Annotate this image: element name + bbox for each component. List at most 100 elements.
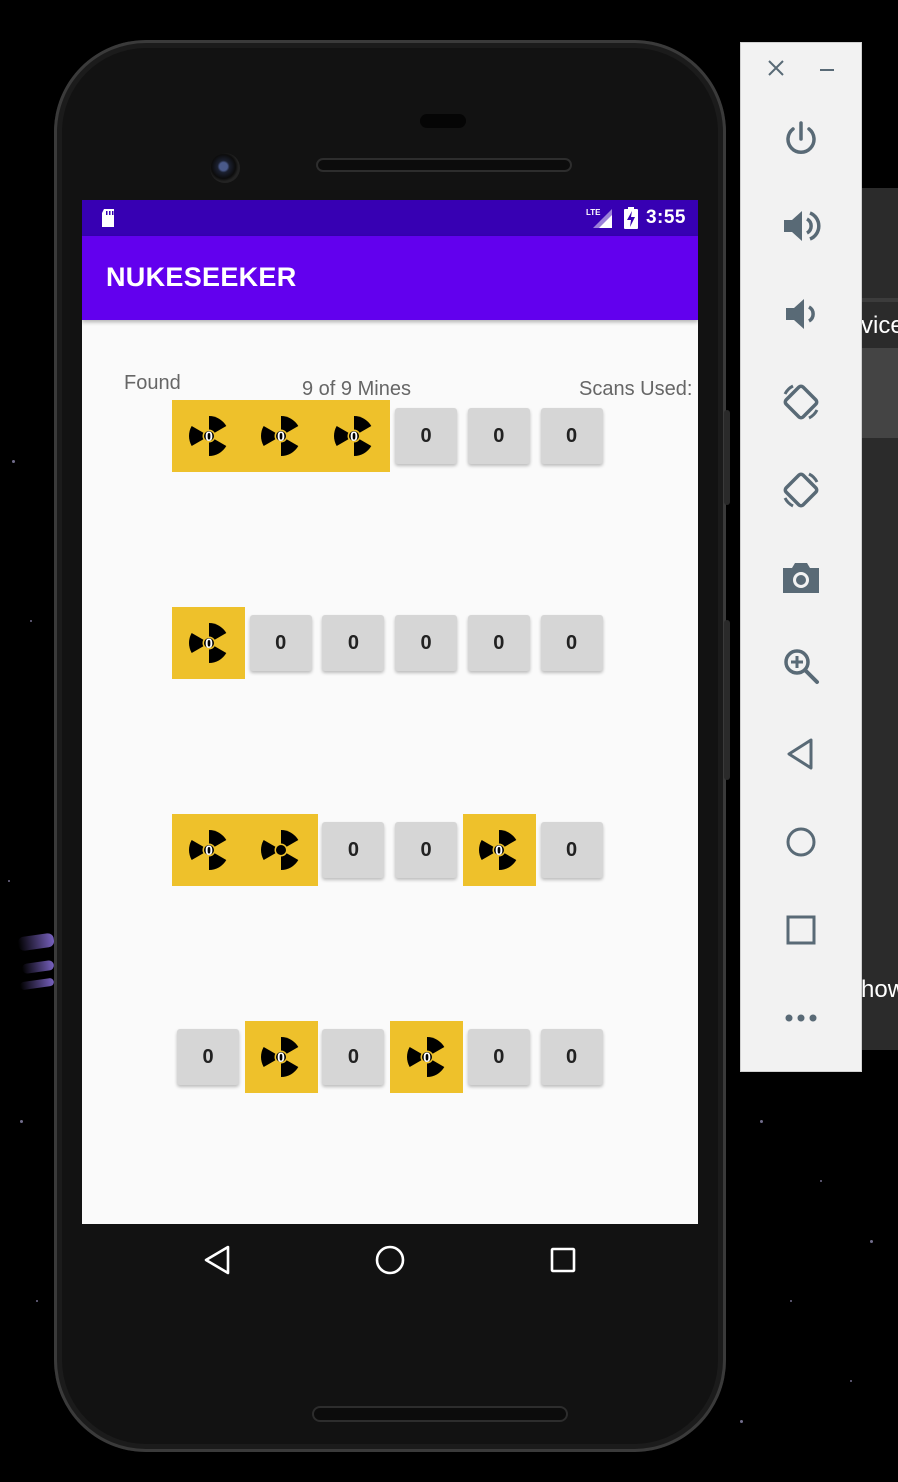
signal-icon: LTE	[586, 208, 612, 228]
volume-up-button[interactable]	[741, 198, 861, 254]
radiation-icon: 0	[188, 830, 226, 870]
mine-cell[interactable]: 0	[244, 400, 318, 472]
top-speaker	[420, 114, 466, 128]
volume-down-button[interactable]	[741, 286, 861, 342]
mine-cell-count: 0	[205, 428, 213, 444]
back-icon	[787, 738, 813, 770]
scan-cell-button[interactable]: 0	[540, 408, 603, 464]
overview-icon	[786, 915, 816, 945]
radiation-icon: 0	[261, 1037, 299, 1077]
radiation-icon: 0	[479, 830, 517, 870]
scan-cell-button[interactable]: 0	[395, 408, 458, 464]
battery-charging-icon	[623, 207, 638, 229]
power-button[interactable]	[741, 111, 861, 167]
phone-screen: LTE 3:55 NUKESEEKER Found 9 of 9 Mines S…	[82, 200, 698, 1224]
scan-cell-button[interactable]: 0	[467, 615, 530, 671]
scan-cell-count: 0	[420, 424, 432, 447]
mine-cell[interactable]	[244, 814, 318, 886]
mine-cell-count: 0	[205, 842, 213, 858]
sd-card-icon	[102, 209, 114, 227]
scan-cell-button[interactable]: 0	[540, 615, 603, 671]
rotate-right-button[interactable]	[741, 462, 861, 518]
scan-cell-button[interactable]: 0	[322, 1029, 385, 1085]
scan-cell-count: 0	[493, 424, 505, 447]
scan-cell-count: 0	[565, 1045, 578, 1068]
back-icon[interactable]	[202, 1244, 232, 1276]
scan-cell-button[interactable]: 0	[540, 1029, 603, 1085]
mine-cell-count: 0	[277, 428, 285, 444]
scan-cell-count: 0	[493, 631, 505, 654]
scan-cell-button[interactable]: 0	[395, 822, 458, 878]
scan-cell-count: 0	[347, 838, 359, 861]
scan-cell-count: 0	[202, 1045, 214, 1068]
scan-cell-count: 0	[565, 424, 578, 447]
emulator-back-button[interactable]	[741, 726, 861, 782]
camera-icon	[783, 563, 819, 593]
rotate-left-icon	[783, 384, 819, 420]
phone-volume-button[interactable]	[724, 620, 730, 780]
scan-cell-count: 0	[275, 631, 287, 654]
radiation-icon: 0	[261, 416, 299, 456]
mine-cell[interactable]: 0	[244, 1021, 318, 1093]
mines-count-label: 9 of 9 Mines	[302, 378, 411, 400]
scan-cell-button[interactable]: 0	[540, 822, 603, 878]
scan-cell-count: 0	[347, 1045, 359, 1068]
scan-cell-count: 0	[420, 631, 432, 654]
emulator-toolbar	[741, 43, 861, 1071]
scan-cell-count: 0	[420, 838, 432, 861]
earpiece	[316, 158, 572, 172]
mine-cell[interactable]: 0	[390, 1021, 464, 1093]
scan-cell-button[interactable]: 0	[395, 615, 458, 671]
more-button[interactable]	[741, 990, 861, 1046]
home-icon	[786, 827, 816, 857]
emulator-overview-button[interactable]	[741, 902, 861, 958]
mine-cell-count: 0	[205, 635, 213, 651]
screenshot-button[interactable]	[741, 550, 861, 606]
radiation-icon: 0	[333, 416, 372, 456]
mine-cell[interactable]: 0	[172, 400, 245, 472]
mine-cell[interactable]: 0	[462, 814, 536, 886]
recents-icon[interactable]	[550, 1247, 576, 1273]
grid-row: 0 0 0 0 0	[172, 814, 608, 886]
power-icon	[786, 121, 816, 154]
grid-row: 0 0 0 0 0 0	[172, 607, 608, 679]
mine-cell[interactable]: 0	[172, 607, 245, 679]
scan-cell-button[interactable]: 0	[322, 615, 385, 671]
app-title: NUKESEEKER	[106, 262, 297, 292]
scans-used-label: Scans Used:	[579, 378, 693, 400]
volume-down-icon	[786, 299, 815, 329]
mine-cell-count: 0	[350, 428, 358, 444]
radiation-icon: 0	[406, 1037, 444, 1077]
emulator-home-button[interactable]	[741, 814, 861, 870]
grid-row: 0 0 0 0 0 0	[172, 1021, 608, 1093]
scan-cell-button[interactable]: 0	[249, 615, 312, 671]
background-window-text-bottom: how	[861, 976, 898, 1003]
scan-cell-button[interactable]: 0	[177, 1029, 239, 1085]
status-time: 3:55	[645, 207, 686, 228]
bottom-speaker	[312, 1406, 568, 1422]
mine-cell-count: 0	[495, 842, 503, 858]
home-icon[interactable]	[374, 1244, 406, 1276]
close-icon[interactable]	[766, 57, 786, 85]
minimize-icon[interactable]	[817, 57, 837, 85]
rotate-right-icon	[783, 472, 819, 508]
mine-cell-count: 0	[423, 1049, 431, 1065]
network-type: LTE	[586, 208, 601, 217]
scan-cell-count: 0	[565, 631, 578, 654]
scan-cell-count: 0	[347, 631, 359, 654]
phone-side-button[interactable]	[724, 410, 730, 505]
zoom-icon	[784, 649, 819, 684]
scan-cell-button[interactable]: 0	[322, 822, 385, 878]
scan-cell-button[interactable]: 0	[467, 1029, 530, 1085]
mine-cell[interactable]: 0	[317, 400, 391, 472]
radiation-icon: 0	[188, 623, 226, 663]
radiation-icon	[261, 830, 299, 870]
scan-cell-count: 0	[493, 1045, 505, 1068]
rotate-left-button[interactable]	[741, 374, 861, 430]
zoom-button[interactable]	[741, 638, 861, 694]
app-bar: NUKESEEKER	[82, 236, 698, 320]
volume-up-icon	[784, 211, 821, 241]
scan-cell-count: 0	[565, 838, 578, 861]
scan-cell-button[interactable]: 0	[467, 408, 530, 464]
mine-cell[interactable]: 0	[172, 814, 245, 886]
